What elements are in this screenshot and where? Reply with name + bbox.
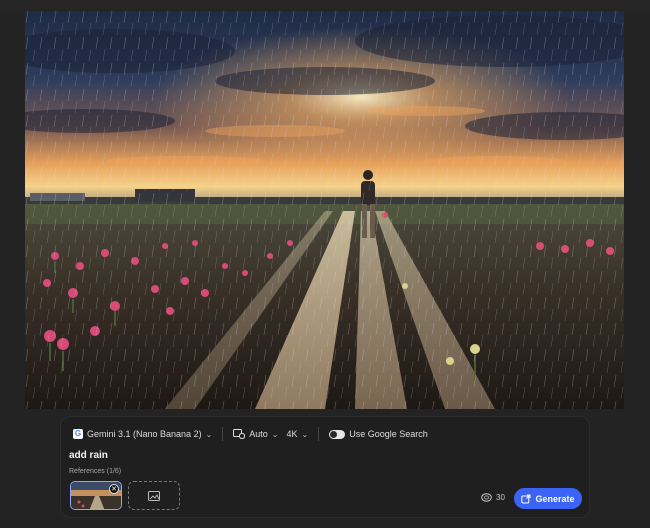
remove-reference-icon[interactable]: ✕ — [109, 484, 119, 494]
generation-toolbar: G Gemini 3.1 (Nano Banana 2) ⌄ Auto ⌄ 4K… — [69, 425, 432, 443]
references-label: References (1/6) — [69, 468, 122, 475]
generate-label: Generate — [535, 493, 575, 504]
chevron-down-icon: ⌄ — [271, 429, 279, 439]
resolution-label: 4K — [286, 429, 298, 439]
credits-value: 30 — [496, 493, 505, 502]
google-search-toggle-group[interactable]: Use Google Search — [325, 425, 432, 443]
prompt-panel: G Gemini 3.1 (Nano Banana 2) ⌄ Auto ⌄ 4K… — [60, 416, 590, 518]
chevron-down-icon: ⌄ — [205, 429, 213, 439]
model-label: Gemini 3.1 (Nano Banana 2) — [87, 429, 202, 439]
reference-thumbnail[interactable]: ✕ — [70, 481, 122, 510]
prompt-input[interactable]: add rain — [69, 450, 108, 461]
generated-image — [25, 11, 624, 409]
google-search-toggle[interactable] — [329, 429, 346, 439]
credits-indicator: 30 — [481, 493, 505, 502]
aspect-ratio-selector[interactable]: Auto ⌄ — [229, 425, 282, 443]
google-logo-icon: G — [73, 429, 83, 439]
image-add-icon — [148, 490, 160, 501]
add-reference-button[interactable] — [128, 481, 180, 510]
chevron-down-icon: ⌄ — [301, 429, 309, 439]
resolution-selector[interactable]: 4K ⌄ — [283, 425, 313, 443]
toolbar-divider — [222, 427, 224, 441]
top-frame — [0, 0, 650, 10]
model-selector[interactable]: G Gemini 3.1 (Nano Banana 2) ⌄ — [69, 425, 216, 443]
google-search-label: Use Google Search — [349, 429, 428, 439]
aspect-ratio-label: Auto — [249, 429, 268, 439]
generated-image-canvas[interactable] — [25, 11, 624, 409]
credits-icon — [481, 493, 492, 502]
generate-icon — [521, 494, 531, 503]
toolbar-divider — [318, 427, 320, 441]
aspect-ratio-icon — [233, 429, 246, 439]
generate-button[interactable]: Generate — [514, 488, 582, 509]
